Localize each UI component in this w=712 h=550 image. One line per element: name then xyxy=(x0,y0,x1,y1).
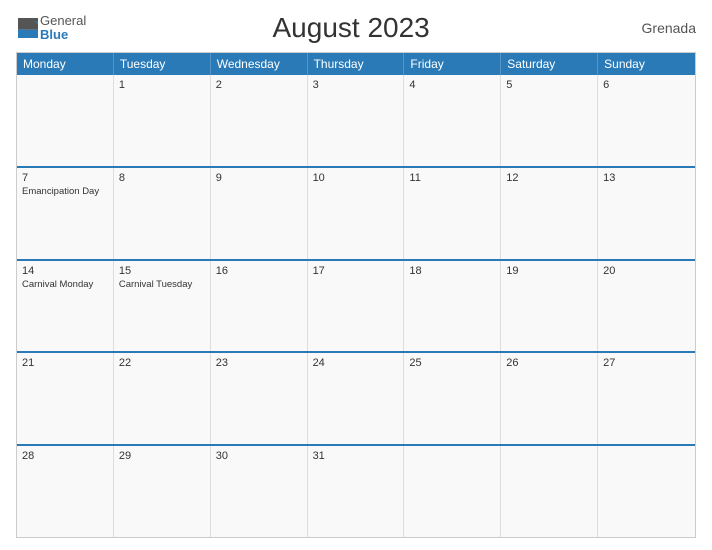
day-number: 25 xyxy=(409,357,495,369)
week-row-4: 21 22 23 24 25 26 27 xyxy=(17,351,695,444)
day-number: 1 xyxy=(119,79,205,91)
day-header-wednesday: Wednesday xyxy=(211,53,308,75)
day-header-friday: Friday xyxy=(404,53,501,75)
day-cell: 29 xyxy=(114,446,211,537)
day-number: 26 xyxy=(506,357,592,369)
day-cell xyxy=(404,446,501,537)
day-number: 6 xyxy=(603,79,690,91)
day-number: 23 xyxy=(216,357,302,369)
day-number: 5 xyxy=(506,79,592,91)
day-number: 13 xyxy=(603,172,690,184)
country-label: Grenada xyxy=(616,20,696,36)
day-cell xyxy=(598,446,695,537)
day-header-saturday: Saturday xyxy=(501,53,598,75)
day-number: 9 xyxy=(216,172,302,184)
day-number: 8 xyxy=(119,172,205,184)
day-number: 20 xyxy=(603,265,690,277)
day-header-tuesday: Tuesday xyxy=(114,53,211,75)
day-cell: 5 xyxy=(501,75,598,166)
day-cell: 18 xyxy=(404,261,501,352)
day-number: 15 xyxy=(119,265,205,277)
day-cell: 9 xyxy=(211,168,308,259)
logo-text: General Blue xyxy=(40,14,86,43)
day-number: 30 xyxy=(216,450,302,462)
day-number: 16 xyxy=(216,265,302,277)
weeks: 1234567Emancipation Day891011121314Carni… xyxy=(17,75,695,537)
day-cell: 7 Emancipation Day xyxy=(17,168,114,259)
day-cell: 3 xyxy=(308,75,405,166)
week-row-3: 14 Carnival Monday 15 Carnival Tuesday 16 17 1… xyxy=(17,259,695,352)
day-header-thursday: Thursday xyxy=(308,53,405,75)
calendar-title: August 2023 xyxy=(86,12,616,44)
day-header-monday: Monday xyxy=(17,53,114,75)
day-number: 4 xyxy=(409,79,495,91)
day-number: 27 xyxy=(603,357,690,369)
day-cell: 12 xyxy=(501,168,598,259)
day-number: 10 xyxy=(313,172,399,184)
day-number: 12 xyxy=(506,172,592,184)
day-cell: 13 xyxy=(598,168,695,259)
calendar: MondayTuesdayWednesdayThursdayFridaySatu… xyxy=(16,52,696,538)
day-header-sunday: Sunday xyxy=(598,53,695,75)
logo: General Blue xyxy=(16,14,86,43)
header: General Blue August 2023 Grenada xyxy=(16,12,696,44)
day-number: 7 xyxy=(22,172,108,184)
day-number: 24 xyxy=(313,357,399,369)
day-cell: 19 xyxy=(501,261,598,352)
page: General Blue August 2023 Grenada MondayT… xyxy=(0,0,712,550)
day-event: Carnival Tuesday xyxy=(119,279,205,291)
day-cell: 6 xyxy=(598,75,695,166)
day-number: 14 xyxy=(22,265,108,277)
logo-icon xyxy=(18,18,38,38)
day-cell: 27 xyxy=(598,353,695,444)
day-cell: 8 xyxy=(114,168,211,259)
day-number: 29 xyxy=(119,450,205,462)
day-number: 2 xyxy=(216,79,302,91)
day-event: Carnival Monday xyxy=(22,279,108,291)
day-cell: 28 xyxy=(17,446,114,537)
day-cell: 4 xyxy=(404,75,501,166)
day-cell: 31 xyxy=(308,446,405,537)
day-cell: 22 xyxy=(114,353,211,444)
day-cell: 17 xyxy=(308,261,405,352)
logo-line1: General xyxy=(40,14,86,28)
day-headers: MondayTuesdayWednesdayThursdayFridaySatu… xyxy=(17,53,695,75)
day-number: 31 xyxy=(313,450,399,462)
day-cell: 16 xyxy=(211,261,308,352)
day-number: 22 xyxy=(119,357,205,369)
day-number: 19 xyxy=(506,265,592,277)
day-cell: 15 Carnival Tuesday xyxy=(114,261,211,352)
day-cell: 1 xyxy=(114,75,211,166)
day-cell: 14 Carnival Monday xyxy=(17,261,114,352)
day-cell: 11 xyxy=(404,168,501,259)
day-cell: 24 xyxy=(308,353,405,444)
logo-line2: Blue xyxy=(40,28,86,42)
day-event: Emancipation Day xyxy=(22,186,108,198)
day-cell: 20 xyxy=(598,261,695,352)
day-cell: 21 xyxy=(17,353,114,444)
day-number: 3 xyxy=(313,79,399,91)
day-cell: 26 xyxy=(501,353,598,444)
day-number: 17 xyxy=(313,265,399,277)
day-cell xyxy=(17,75,114,166)
day-number: 11 xyxy=(409,172,495,184)
day-cell: 2 xyxy=(211,75,308,166)
day-number: 18 xyxy=(409,265,495,277)
day-cell: 10 xyxy=(308,168,405,259)
day-number: 21 xyxy=(22,357,108,369)
day-cell: 30 xyxy=(211,446,308,537)
day-cell xyxy=(501,446,598,537)
week-row-1: 123456 xyxy=(17,75,695,166)
day-cell: 25 xyxy=(404,353,501,444)
week-row-2: 7 Emancipation Day 89 10 11 12 13 xyxy=(17,166,695,259)
day-cell: 23 xyxy=(211,353,308,444)
day-number: 28 xyxy=(22,450,108,462)
week-row-5: 28 29 30 31 xyxy=(17,444,695,537)
